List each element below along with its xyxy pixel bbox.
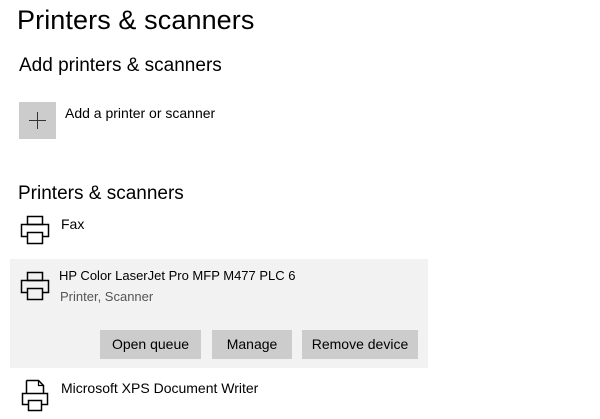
- device-subtitle: Printer, Scanner: [60, 289, 154, 304]
- printer-icon: [20, 271, 50, 301]
- device-item-xps[interactable]: Microsoft XPS Document Writer: [10, 372, 428, 418]
- device-item-hp[interactable]: HP Color LaserJet Pro MFP M477 PLC 6 Pri…: [10, 259, 428, 368]
- open-queue-button[interactable]: Open queue: [100, 330, 201, 359]
- device-name: HP Color LaserJet Pro MFP M477 PLC 6: [59, 268, 296, 283]
- page-title: Printers & scanners: [17, 5, 255, 35]
- add-printer-label[interactable]: Add a printer or scanner: [65, 105, 215, 121]
- add-printer-button[interactable]: Add a printer or scanner: [19, 102, 319, 140]
- printers-scanners-page: Printers & scanners Add printers & scann…: [0, 0, 600, 419]
- add-section-title: Add printers & scanners: [19, 55, 222, 76]
- device-name: Fax: [61, 216, 85, 232]
- device-name: Microsoft XPS Document Writer: [61, 380, 259, 396]
- device-item-fax[interactable]: Fax: [10, 208, 428, 254]
- plus-icon: [29, 112, 46, 129]
- remove-device-button[interactable]: Remove device: [302, 330, 418, 359]
- add-tile[interactable]: [19, 102, 56, 139]
- printer-icon: [20, 215, 50, 245]
- manage-button[interactable]: Manage: [212, 330, 292, 359]
- document-printer-icon: [21, 379, 49, 412]
- printers-list-title: Printers & scanners: [18, 183, 184, 204]
